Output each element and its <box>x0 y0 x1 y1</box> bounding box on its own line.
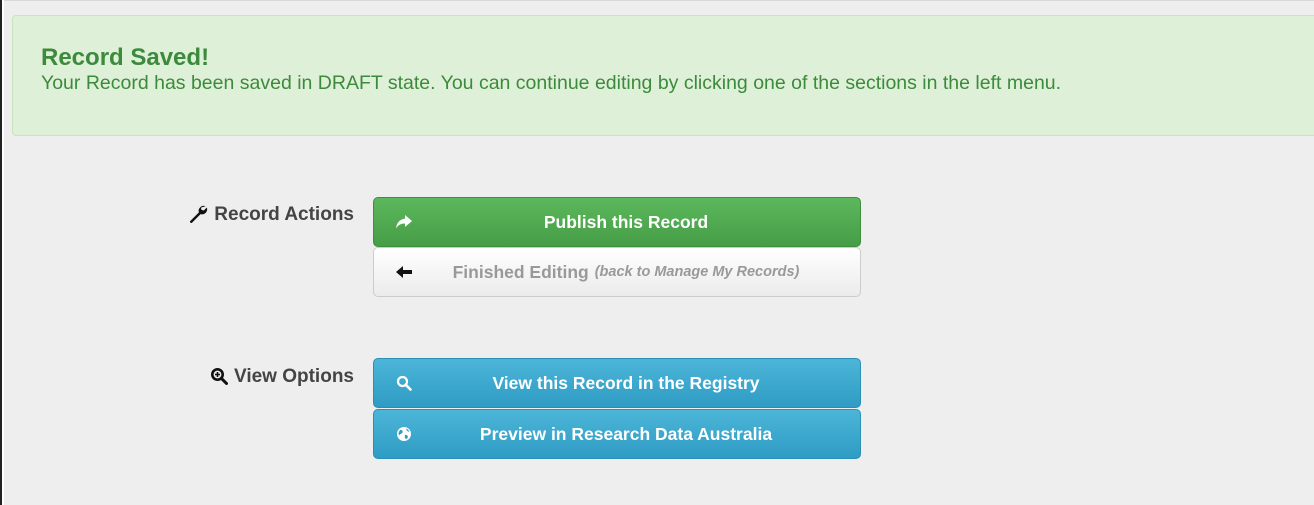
zoom-search-icon <box>210 367 228 392</box>
page-frame: Record Saved! Your Record has been saved… <box>0 0 1314 505</box>
preview-rda-button[interactable]: Preview in Research Data Australia <box>373 409 861 459</box>
alert-title: Record Saved! <box>41 44 210 71</box>
record-actions-label: Record Actions <box>188 203 354 230</box>
content-panel: Record Saved! Your Record has been saved… <box>4 0 1314 505</box>
finished-editing-button[interactable]: Finished Editing (back to Manage My Reco… <box>373 247 861 297</box>
record-actions-text: Record Actions <box>214 204 354 225</box>
publish-record-button[interactable]: Publish this Record <box>373 197 861 247</box>
view-options-label: View Options <box>210 365 354 392</box>
view-in-registry-label: View this Record in the Registry <box>492 372 760 393</box>
view-in-registry-button[interactable]: View this Record in the Registry <box>373 358 861 408</box>
publish-record-label: Publish this Record <box>543 211 709 232</box>
wrench-icon <box>188 203 208 230</box>
alert-message: Your Record has been saved in DRAFT stat… <box>41 72 1062 94</box>
preview-rda-label: Preview in Research Data Australia <box>479 423 773 444</box>
finished-editing-label-wrap: Finished Editing (back to Manage My Reco… <box>374 248 860 296</box>
view-options-text: View Options <box>233 366 354 387</box>
success-alert: Record Saved! Your Record has been saved… <box>12 15 1314 136</box>
finished-editing-sublabel: (back to Manage My Records) <box>594 264 800 280</box>
finished-editing-label: Finished Editing <box>452 261 589 282</box>
